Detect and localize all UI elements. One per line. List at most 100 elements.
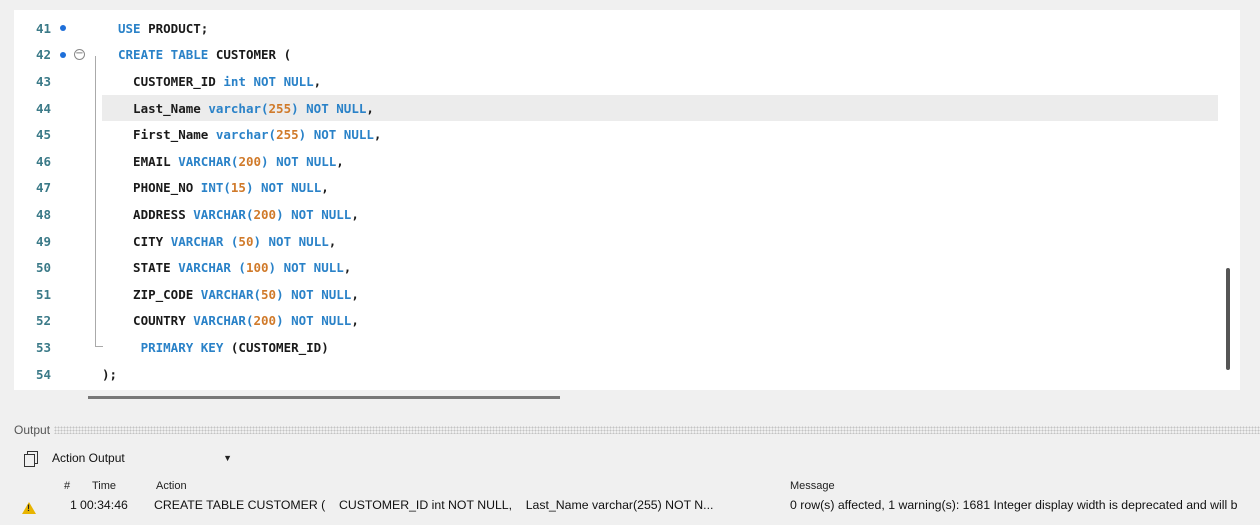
sql-text: , <box>373 127 382 143</box>
sql-text: STATE <box>118 260 179 276</box>
code-line-content: 53 PRIMARY KEY (CUSTOMER_ID) <box>14 334 329 361</box>
code-line[interactable]: 49 CITY VARCHAR (50) NOT NULL, <box>14 228 1240 255</box>
sql-number: 50 <box>261 286 277 302</box>
sql-text: PHONE_NO <box>118 180 201 196</box>
code-line[interactable]: 54); <box>14 361 1240 388</box>
gutter[interactable] <box>56 334 100 361</box>
sql-keyword: ) NOT NULL <box>253 233 329 249</box>
gutter[interactable] <box>56 175 100 202</box>
code-line[interactable]: 53 PRIMARY KEY (CUSTOMER_ID) <box>14 334 1240 361</box>
sql-keyword: VARCHAR( <box>193 206 254 222</box>
row-action: CREATE TABLE CUSTOMER ( CUSTOMER_ID int … <box>154 498 714 512</box>
sql-text: COUNTRY <box>118 313 194 329</box>
gutter[interactable] <box>56 121 100 148</box>
code-line-content: 48 ADDRESS VARCHAR(200) NOT NULL, <box>14 201 359 228</box>
code-text: STATE VARCHAR (100) NOT NULL, <box>118 260 351 275</box>
gutter[interactable] <box>56 308 100 335</box>
sql-keyword: varchar( <box>215 127 277 143</box>
editor-vertical-scrollbar[interactable] <box>1226 268 1230 370</box>
code-line[interactable]: 48 ADDRESS VARCHAR(200) NOT NULL, <box>14 201 1240 228</box>
sql-keyword: VARCHAR( <box>193 313 254 329</box>
code-line[interactable]: 41 USE PRODUCT; <box>14 15 1240 42</box>
code-line-content: 41 USE PRODUCT; <box>14 15 208 42</box>
gutter[interactable] <box>56 148 100 175</box>
output-grid-header: # Time Action Message <box>0 480 1260 494</box>
sql-number: 100 <box>245 260 269 276</box>
code-line-content: 52 COUNTRY VARCHAR(200) NOT NULL, <box>14 308 359 335</box>
code-text: COUNTRY VARCHAR(200) NOT NULL, <box>118 313 359 328</box>
code-text: CUSTOMER_ID int NOT NULL, <box>118 74 321 89</box>
editor-horizontal-scrollbar[interactable] <box>88 396 560 399</box>
sql-keyword: int NOT NULL <box>223 73 314 89</box>
sql-number: 15 <box>230 180 246 196</box>
line-number: 48 <box>36 206 52 222</box>
statement-marker-icon <box>60 51 66 58</box>
code-line[interactable]: 42 − CREATE TABLE CUSTOMER ( <box>14 42 1240 69</box>
sql-keyword: ) NOT NULL <box>276 313 352 329</box>
sql-keyword: ) NOT NULL <box>261 153 337 169</box>
code-text: ADDRESS VARCHAR(200) NOT NULL, <box>118 207 359 222</box>
sql-editor[interactable]: 41 USE PRODUCT; 42 − CREATE TABLE CUSTOMER (… <box>14 10 1240 390</box>
row-message: 0 row(s) affected, 1 warning(s): 1681 In… <box>790 498 1238 512</box>
code-text: Last_Name varchar(255) NOT NULL, <box>118 101 374 116</box>
code-line[interactable]: 47 PHONE_NO INT(15) NOT NULL, <box>14 175 1240 202</box>
column-header-message[interactable]: Message <box>790 480 835 492</box>
gutter[interactable] <box>56 95 100 122</box>
sql-text: CUSTOMER_ID <box>118 73 224 89</box>
gutter[interactable] <box>56 281 100 308</box>
line-number: 54 <box>36 366 52 382</box>
sql-keyword: VARCHAR ( <box>170 233 239 249</box>
code-text: PRIMARY KEY (CUSTOMER_ID) <box>118 340 329 355</box>
code-line[interactable]: 44 Last_Name varchar(255) NOT NULL, <box>36 94 1218 122</box>
line-number: 45 <box>36 127 52 143</box>
sql-number: 50 <box>238 233 254 249</box>
gutter[interactable] <box>56 15 100 42</box>
gutter[interactable] <box>56 68 100 95</box>
line-number: 46 <box>36 153 52 169</box>
line-number: 43 <box>36 73 52 89</box>
code-line[interactable]: 51 ZIP_CODE VARCHAR(50) NOT NULL, <box>14 281 1240 308</box>
gutter[interactable]: − <box>56 42 100 69</box>
copy-icon[interactable] <box>24 451 38 467</box>
sql-number: 255 <box>268 100 292 116</box>
column-header-time[interactable]: Time <box>92 480 116 492</box>
sql-keyword: ) NOT NULL <box>276 206 352 222</box>
sql-keyword: VARCHAR( <box>200 286 262 302</box>
sql-keyword: CREATE TABLE <box>118 47 216 63</box>
column-header-index[interactable]: # <box>64 480 70 492</box>
code-line-content: 47 PHONE_NO INT(15) NOT NULL, <box>14 175 329 202</box>
sql-text: , <box>336 153 344 169</box>
gutter[interactable] <box>56 228 100 255</box>
sql-text: (CUSTOMER_ID) <box>230 339 329 355</box>
code-line[interactable]: 52 COUNTRY VARCHAR(200) NOT NULL, <box>14 308 1240 335</box>
code-line[interactable]: 46 EMAIL VARCHAR(200) NOT NULL, <box>14 148 1240 175</box>
line-number: 41 <box>36 20 52 36</box>
sql-keyword: ) NOT NULL <box>298 127 374 143</box>
code-line[interactable]: 43 CUSTOMER_ID int NOT NULL, <box>14 68 1240 95</box>
sql-keyword: USE <box>118 20 149 36</box>
gutter[interactable] <box>56 361 100 388</box>
line-number: 53 <box>36 339 52 355</box>
sql-number: 255 <box>276 127 299 143</box>
code-text: ); <box>102 367 117 382</box>
fold-toggle-icon[interactable]: − <box>74 48 85 60</box>
panel-drag-handle[interactable] <box>54 426 1260 434</box>
sql-keyword: VARCHAR ( <box>178 260 246 276</box>
column-header-action[interactable]: Action <box>156 480 187 492</box>
sql-keyword: varchar( <box>208 100 269 116</box>
output-panel-header: Output <box>14 420 1260 440</box>
gutter[interactable] <box>56 201 100 228</box>
code-line-content: 50 STATE VARCHAR (100) NOT NULL, <box>14 254 351 281</box>
sql-text: , <box>351 313 359 329</box>
code-line[interactable]: 50 STATE VARCHAR (100) NOT NULL, <box>14 254 1240 281</box>
statement-marker-icon <box>60 25 66 31</box>
output-row[interactable]: 1 00:34:46 CREATE TABLE CUSTOMER ( CUSTO… <box>0 498 1260 520</box>
output-type-select[interactable]: Action Output ▼ <box>52 448 236 468</box>
code-line[interactable]: 45 First_Name varchar(255) NOT NULL, <box>14 121 1240 148</box>
sql-text: ADDRESS <box>118 206 194 222</box>
gutter[interactable] <box>56 254 100 281</box>
sql-text: First_Name <box>118 127 216 143</box>
sql-text: , <box>321 180 329 196</box>
sql-text: , <box>343 260 352 276</box>
sql-text: , <box>351 286 359 302</box>
